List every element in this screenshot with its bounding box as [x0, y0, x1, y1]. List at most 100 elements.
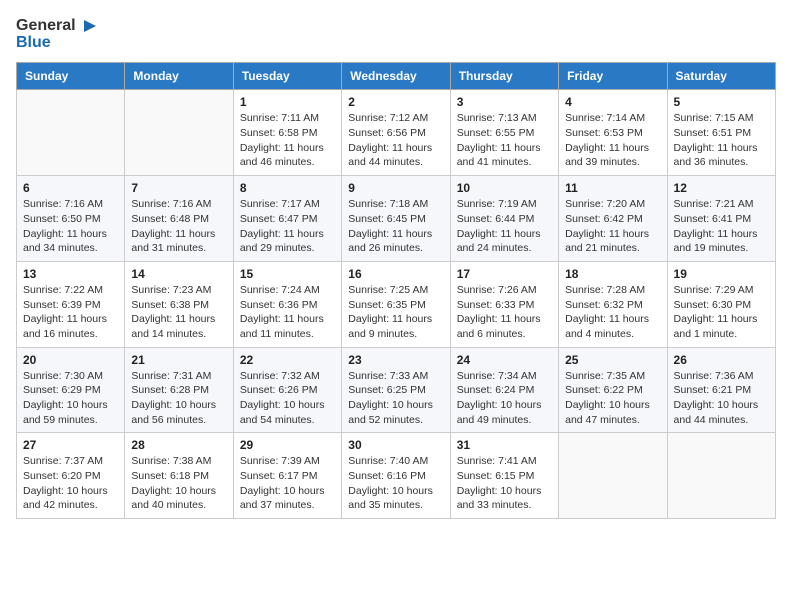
calendar-header-row: SundayMondayTuesdayWednesdayThursdayFrid…	[17, 63, 776, 90]
day-number: 30	[348, 438, 443, 452]
week-row-5: 27 Sunrise: 7:37 AM Sunset: 6:20 PM Dayli…	[17, 433, 776, 519]
day-info: Sunrise: 7:12 AM Sunset: 6:56 PM Dayligh…	[348, 111, 443, 170]
day-info: Sunrise: 7:40 AM Sunset: 6:16 PM Dayligh…	[348, 454, 443, 513]
day-cell: 17 Sunrise: 7:26 AM Sunset: 6:33 PM Dayli…	[450, 261, 558, 347]
week-row-3: 13 Sunrise: 7:22 AM Sunset: 6:39 PM Dayli…	[17, 261, 776, 347]
day-number: 5	[674, 95, 769, 109]
day-info: Sunrise: 7:41 AM Sunset: 6:15 PM Dayligh…	[457, 454, 552, 513]
calendar: SundayMondayTuesdayWednesdayThursdayFrid…	[16, 62, 776, 519]
day-header-tuesday: Tuesday	[233, 63, 341, 90]
day-info: Sunrise: 7:16 AM Sunset: 6:50 PM Dayligh…	[23, 197, 118, 256]
day-header-saturday: Saturday	[667, 63, 775, 90]
day-header-sunday: Sunday	[17, 63, 125, 90]
day-info: Sunrise: 7:17 AM Sunset: 6:47 PM Dayligh…	[240, 197, 335, 256]
day-cell: 11Sunrise: 7:20 AM Sunset: 6:42 PM Dayli…	[559, 176, 667, 262]
logo-arrow-icon	[78, 17, 96, 35]
day-info: Sunrise: 7:34 AM Sunset: 6:24 PM Dayligh…	[457, 369, 552, 428]
day-cell: 14 Sunrise: 7:23 AM Sunset: 6:38 PM Dayli…	[125, 261, 233, 347]
day-cell: 9 Sunrise: 7:18 AM Sunset: 6:45 PM Daylig…	[342, 176, 450, 262]
day-number: 6	[23, 181, 118, 195]
logo-container: General Blue	[16, 16, 96, 52]
day-cell: 28 Sunrise: 7:38 AM Sunset: 6:18 PM Dayli…	[125, 433, 233, 519]
day-info: Sunrise: 7:13 AM Sunset: 6:55 PM Dayligh…	[457, 111, 552, 170]
day-info: Sunrise: 7:36 AM Sunset: 6:21 PM Dayligh…	[674, 369, 769, 428]
day-cell	[125, 90, 233, 176]
day-info: Sunrise: 7:29 AM Sunset: 6:30 PM Dayligh…	[674, 283, 769, 342]
day-cell: 2Sunrise: 7:12 AM Sunset: 6:56 PM Daylig…	[342, 90, 450, 176]
day-number: 20	[23, 353, 118, 367]
day-info: Sunrise: 7:38 AM Sunset: 6:18 PM Dayligh…	[131, 454, 226, 513]
day-header-monday: Monday	[125, 63, 233, 90]
day-cell: 19 Sunrise: 7:29 AM Sunset: 6:30 PM Dayli…	[667, 261, 775, 347]
day-cell: 26 Sunrise: 7:36 AM Sunset: 6:21 PM Dayli…	[667, 347, 775, 433]
day-header-thursday: Thursday	[450, 63, 558, 90]
day-cell: 10Sunrise: 7:19 AM Sunset: 6:44 PM Dayli…	[450, 176, 558, 262]
day-info: Sunrise: 7:15 AM Sunset: 6:51 PM Dayligh…	[674, 111, 769, 170]
day-number: 17	[457, 267, 552, 281]
day-number: 26	[674, 353, 769, 367]
day-number: 12	[674, 181, 769, 195]
day-info: Sunrise: 7:20 AM Sunset: 6:42 PM Dayligh…	[565, 197, 660, 256]
day-number: 13	[23, 267, 118, 281]
day-info: Sunrise: 7:23 AM Sunset: 6:38 PM Dayligh…	[131, 283, 226, 342]
day-cell: 15 Sunrise: 7:24 AM Sunset: 6:36 PM Dayli…	[233, 261, 341, 347]
day-info: Sunrise: 7:35 AM Sunset: 6:22 PM Dayligh…	[565, 369, 660, 428]
day-cell: 25 Sunrise: 7:35 AM Sunset: 6:22 PM Dayli…	[559, 347, 667, 433]
day-cell: 29 Sunrise: 7:39 AM Sunset: 6:17 PM Dayli…	[233, 433, 341, 519]
day-number: 9	[348, 181, 443, 195]
day-cell: 20 Sunrise: 7:30 AM Sunset: 6:29 PM Dayli…	[17, 347, 125, 433]
day-number: 18	[565, 267, 660, 281]
day-cell: 5 Sunrise: 7:15 AM Sunset: 6:51 PM Daylig…	[667, 90, 775, 176]
day-cell: 30 Sunrise: 7:40 AM Sunset: 6:16 PM Dayli…	[342, 433, 450, 519]
day-info: Sunrise: 7:22 AM Sunset: 6:39 PM Dayligh…	[23, 283, 118, 342]
day-cell: 16Sunrise: 7:25 AM Sunset: 6:35 PM Dayli…	[342, 261, 450, 347]
day-info: Sunrise: 7:21 AM Sunset: 6:41 PM Dayligh…	[674, 197, 769, 256]
week-row-1: 1 Sunrise: 7:11 AM Sunset: 6:58 PM Daylig…	[17, 90, 776, 176]
day-number: 21	[131, 353, 226, 367]
day-info: Sunrise: 7:28 AM Sunset: 6:32 PM Dayligh…	[565, 283, 660, 342]
day-info: Sunrise: 7:37 AM Sunset: 6:20 PM Dayligh…	[23, 454, 118, 513]
day-info: Sunrise: 7:25 AM Sunset: 6:35 PM Dayligh…	[348, 283, 443, 342]
day-number: 28	[131, 438, 226, 452]
day-cell	[559, 433, 667, 519]
day-info: Sunrise: 7:33 AM Sunset: 6:25 PM Dayligh…	[348, 369, 443, 428]
logo: General Blue	[16, 16, 96, 52]
day-number: 23	[348, 353, 443, 367]
day-number: 31	[457, 438, 552, 452]
day-cell: 18 Sunrise: 7:28 AM Sunset: 6:32 PM Dayli…	[559, 261, 667, 347]
day-cell: 27 Sunrise: 7:37 AM Sunset: 6:20 PM Dayli…	[17, 433, 125, 519]
day-number: 8	[240, 181, 335, 195]
day-info: Sunrise: 7:24 AM Sunset: 6:36 PM Dayligh…	[240, 283, 335, 342]
week-row-4: 20 Sunrise: 7:30 AM Sunset: 6:29 PM Dayli…	[17, 347, 776, 433]
day-cell: 24 Sunrise: 7:34 AM Sunset: 6:24 PM Dayli…	[450, 347, 558, 433]
day-number: 25	[565, 353, 660, 367]
day-number: 14	[131, 267, 226, 281]
day-header-friday: Friday	[559, 63, 667, 90]
day-header-wednesday: Wednesday	[342, 63, 450, 90]
day-cell: 6 Sunrise: 7:16 AM Sunset: 6:50 PM Daylig…	[17, 176, 125, 262]
logo-blue: Blue	[16, 33, 96, 52]
day-info: Sunrise: 7:31 AM Sunset: 6:28 PM Dayligh…	[131, 369, 226, 428]
day-info: Sunrise: 7:11 AM Sunset: 6:58 PM Dayligh…	[240, 111, 335, 170]
day-info: Sunrise: 7:39 AM Sunset: 6:17 PM Dayligh…	[240, 454, 335, 513]
day-info: Sunrise: 7:14 AM Sunset: 6:53 PM Dayligh…	[565, 111, 660, 170]
day-cell: 4Sunrise: 7:14 AM Sunset: 6:53 PM Daylig…	[559, 90, 667, 176]
day-number: 24	[457, 353, 552, 367]
day-number: 7	[131, 181, 226, 195]
day-info: Sunrise: 7:18 AM Sunset: 6:45 PM Dayligh…	[348, 197, 443, 256]
day-info: Sunrise: 7:26 AM Sunset: 6:33 PM Dayligh…	[457, 283, 552, 342]
day-number: 27	[23, 438, 118, 452]
day-cell: 12 Sunrise: 7:21 AM Sunset: 6:41 PM Dayli…	[667, 176, 775, 262]
day-number: 1	[240, 95, 335, 109]
day-number: 19	[674, 267, 769, 281]
day-number: 22	[240, 353, 335, 367]
day-number: 3	[457, 95, 552, 109]
day-cell: 23 Sunrise: 7:33 AM Sunset: 6:25 PM Dayli…	[342, 347, 450, 433]
day-number: 10	[457, 181, 552, 195]
day-cell: 7Sunrise: 7:16 AM Sunset: 6:48 PM Daylig…	[125, 176, 233, 262]
day-info: Sunrise: 7:32 AM Sunset: 6:26 PM Dayligh…	[240, 369, 335, 428]
day-info: Sunrise: 7:30 AM Sunset: 6:29 PM Dayligh…	[23, 369, 118, 428]
day-number: 15	[240, 267, 335, 281]
day-number: 29	[240, 438, 335, 452]
header: General Blue	[16, 16, 776, 52]
